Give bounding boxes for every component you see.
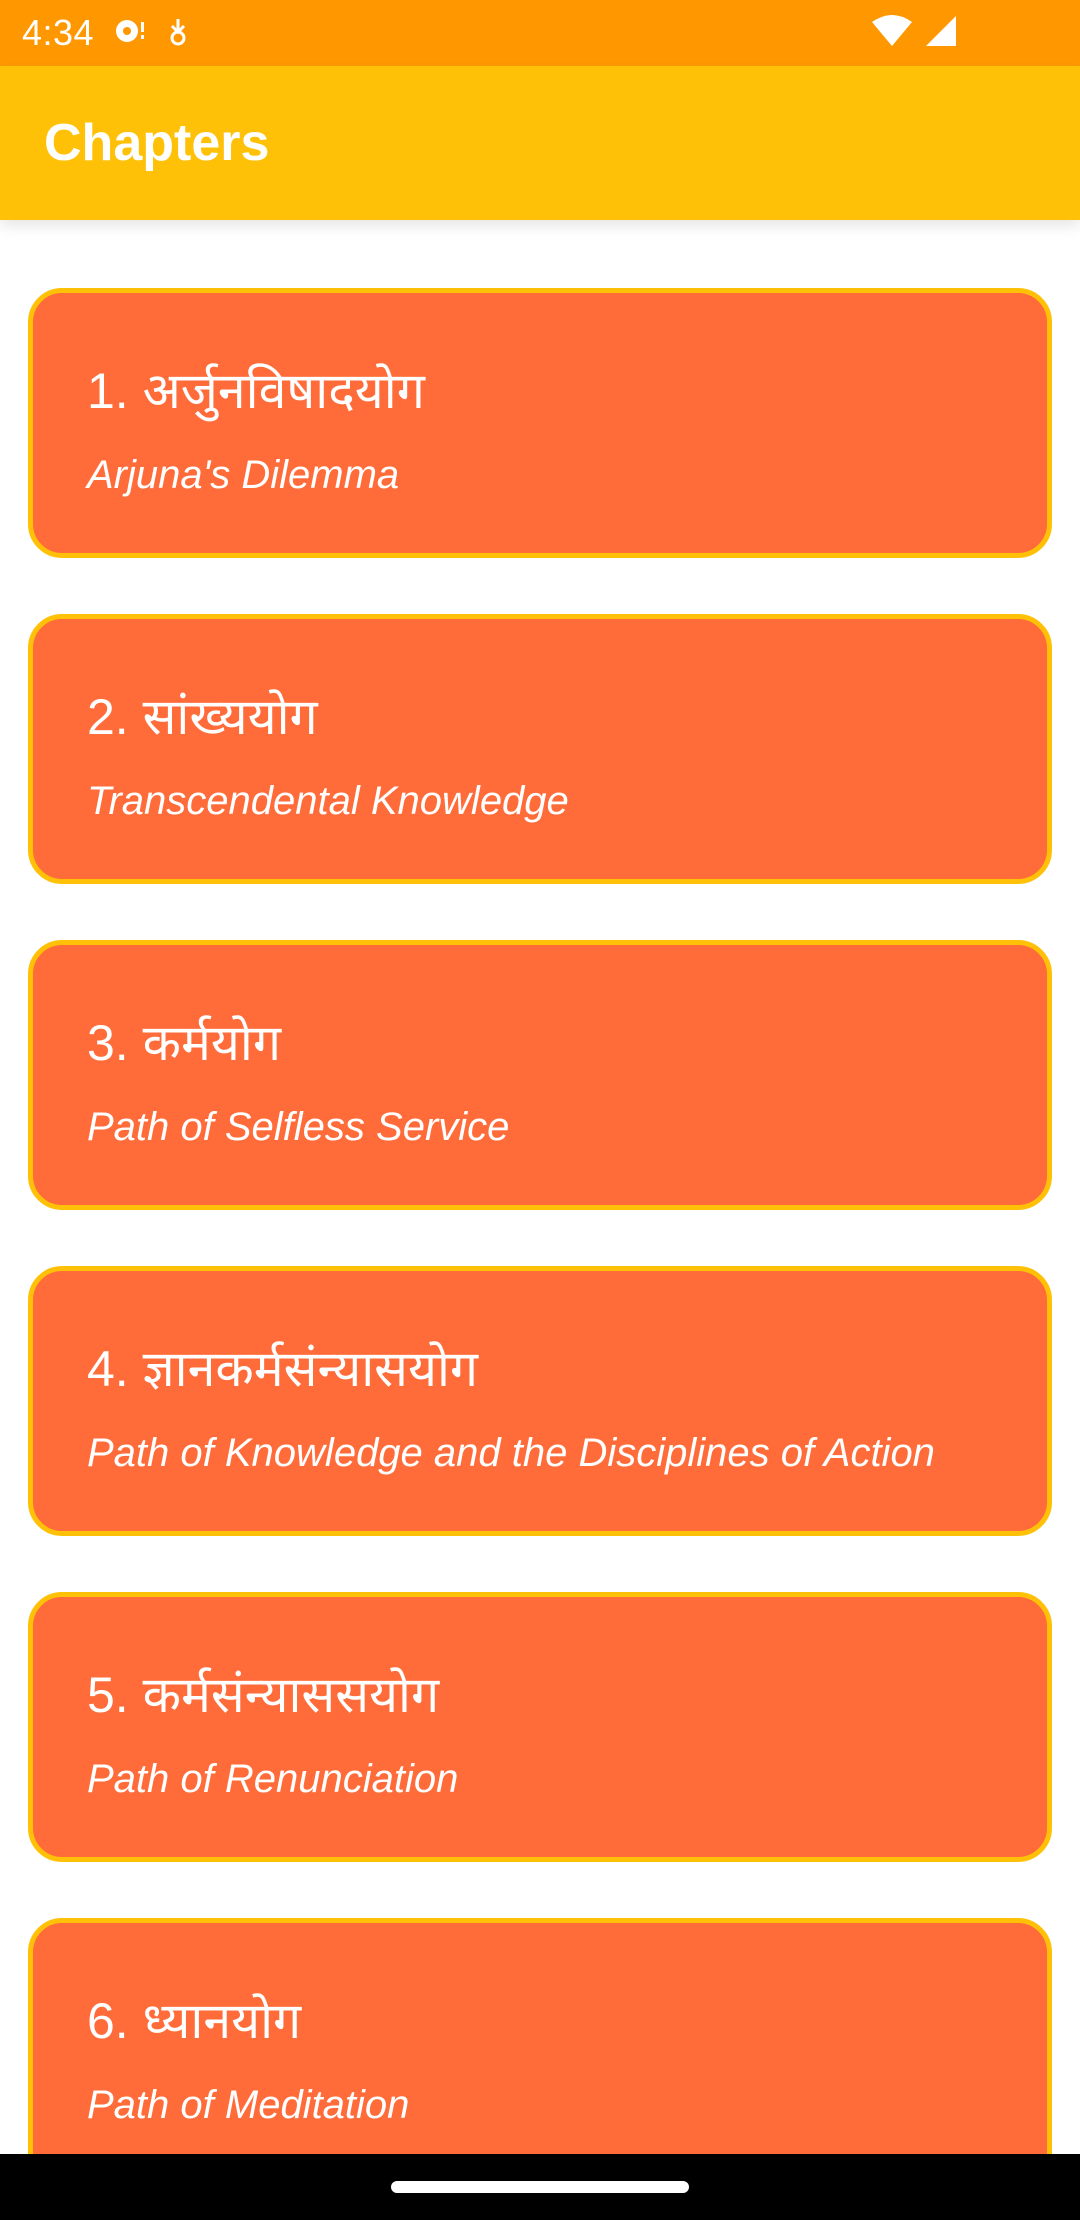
cell-signal-icon: [922, 14, 958, 53]
chapter-subtitle: Path of Knowledge and the Disciplines of…: [87, 1431, 935, 1475]
chapter-title: 4. ज्ञानकर्मसंन्यासयोग: [87, 1341, 479, 1397]
chapter-card[interactable]: 3. कर्मयोग Path of Selfless Service: [28, 940, 1052, 1210]
chapter-title: 1. अर्जुनविषादयोग: [87, 363, 425, 419]
chapter-title: 6. ध्यानयोग: [87, 1993, 302, 2049]
chapter-subtitle: Path of Selfless Service: [87, 1105, 510, 1149]
chapter-title: 3. कर्मयोग: [87, 1015, 281, 1071]
app-bar: Chapters: [0, 66, 1080, 220]
notification-icons: [114, 16, 190, 51]
system-icons: [870, 14, 958, 53]
wifi-icon: [870, 14, 914, 53]
chapter-subtitle: Path of Meditation: [87, 2083, 410, 2127]
chapter-subtitle: Arjuna's Dilemma: [87, 453, 400, 497]
chapter-card[interactable]: 5. कर्मसंन्याससयोग Path of Renunciation: [28, 1592, 1052, 1862]
navigation-bar: [0, 2154, 1080, 2220]
status-time: 4:34: [22, 12, 95, 53]
chapter-subtitle: Transcendental Knowledge: [87, 779, 569, 823]
chapter-title: 2. सांख्ययोग: [87, 689, 318, 745]
page-title: Chapters: [44, 114, 270, 172]
download-notification-icon: [166, 16, 190, 51]
chapter-card[interactable]: 6. ध्यानयोग Path of Meditation: [28, 1918, 1052, 2188]
chapter-card[interactable]: 4. ज्ञानकर्मसंन्यासयोग Path of Knowledge…: [28, 1266, 1052, 1536]
chapter-card[interactable]: 2. सांख्ययोग Transcendental Knowledge: [28, 614, 1052, 884]
media-notification-icon: [114, 16, 148, 51]
status-bar: 4:34: [0, 0, 1080, 66]
chapter-card[interactable]: 1. अर्जुनविषादयोग Arjuna's Dilemma: [28, 288, 1052, 558]
chapter-title: 5. कर्मसंन्याससयोग: [87, 1667, 440, 1723]
chapter-subtitle: Path of Renunciation: [87, 1757, 459, 1801]
home-gesture-handle[interactable]: [391, 2181, 689, 2193]
